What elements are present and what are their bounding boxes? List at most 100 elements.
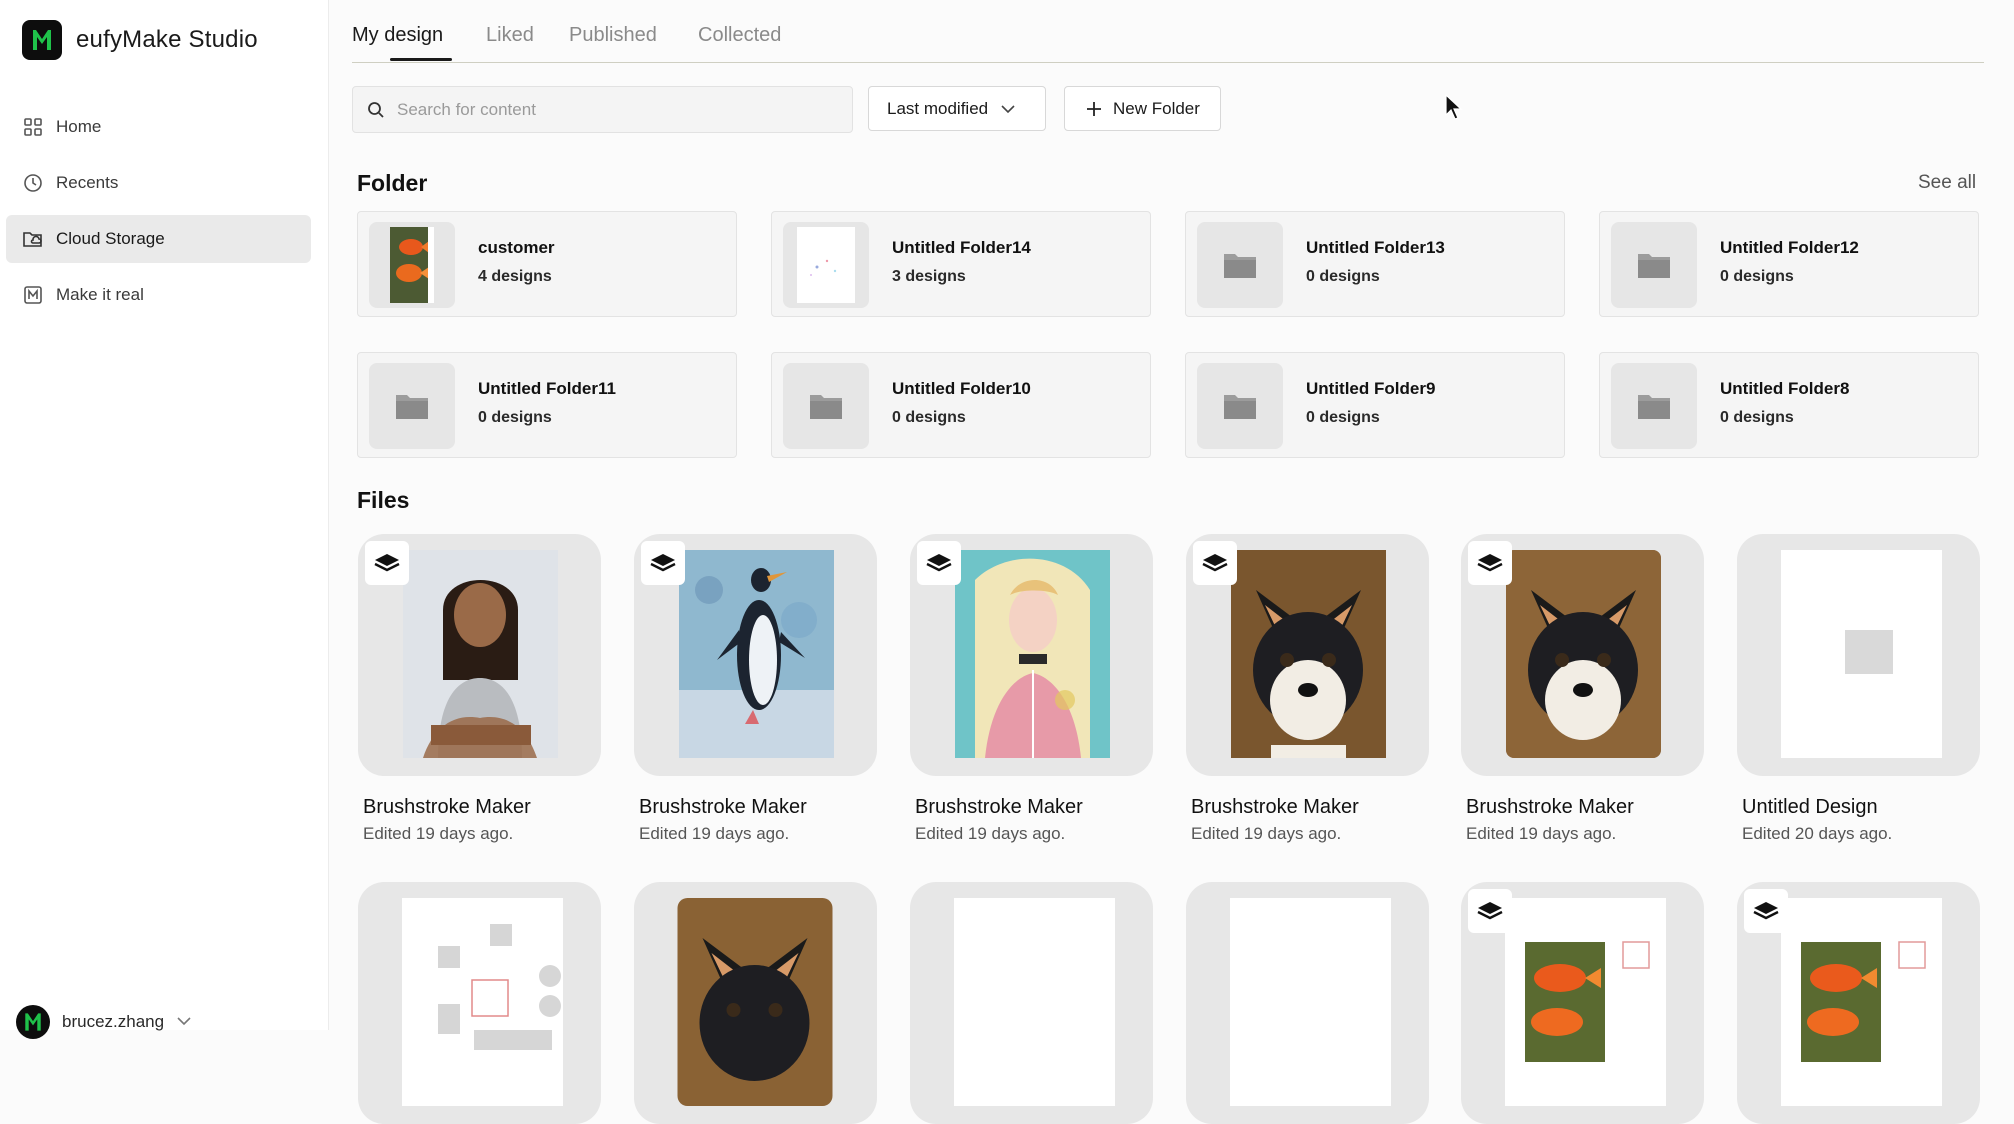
folder-count: 0 designs — [1720, 268, 1794, 285]
new-folder-button[interactable]: New Folder — [1064, 86, 1221, 131]
search-input[interactable] — [395, 98, 819, 121]
mouse-cursor-icon — [1445, 93, 1463, 125]
shiba-dog-painting-image — [1506, 550, 1661, 758]
shiba-dog-image — [1231, 550, 1386, 758]
user-menu[interactable]: brucez.zhang — [16, 1005, 192, 1039]
blank-design-image — [954, 898, 1115, 1106]
sidebar-item-home[interactable]: Home — [6, 103, 311, 151]
layers-icon — [365, 541, 409, 585]
sort-dropdown[interactable]: Last modified — [868, 86, 1046, 131]
new-folder-label: New Folder — [1113, 98, 1200, 118]
sidebar-item-make-it-real[interactable]: Make it real — [6, 271, 311, 319]
folder-count: 0 designs — [892, 409, 966, 426]
tab-liked[interactable]: Liked — [486, 24, 534, 47]
file-edited: Edited 19 days ago. — [1191, 824, 1342, 843]
layers-icon — [1468, 541, 1512, 585]
folder-card[interactable]: Untitled Folder8 0 designs — [1599, 352, 1979, 458]
folder-count: 3 designs — [892, 268, 966, 285]
sidebar-item-label: Cloud Storage — [56, 229, 165, 248]
sidebar-item-label: Recents — [56, 173, 119, 192]
brand-name: eufyMake Studio — [76, 26, 258, 53]
tab-collected[interactable]: Collected — [698, 24, 781, 47]
portrait-girl-image — [403, 550, 558, 758]
folder-icon — [1224, 395, 1256, 419]
file-edited: Edited 19 days ago. — [1466, 824, 1617, 843]
file-name: Brushstroke Maker — [915, 796, 1083, 818]
folder-name: Untitled Folder9 — [1306, 379, 1436, 398]
design-thumbnail-icon — [797, 227, 855, 303]
folder-name: Untitled Folder12 — [1720, 238, 1859, 257]
folder-name: customer — [478, 238, 555, 257]
goldfish-thumbnail-icon — [390, 227, 434, 303]
file-thumbnail — [358, 882, 601, 1124]
folder-thumbnail — [1197, 363, 1283, 449]
tab-published[interactable]: Published — [569, 24, 657, 47]
brand[interactable]: eufyMake Studio — [22, 20, 258, 60]
active-tab-indicator — [390, 58, 452, 61]
folder-count: 0 designs — [1306, 409, 1380, 426]
woman-painting-image — [955, 550, 1110, 758]
file-name: Brushstroke Maker — [1191, 796, 1359, 818]
file-name: Brushstroke Maker — [639, 796, 807, 818]
folder-card[interactable]: Untitled Folder14 3 designs — [771, 211, 1151, 317]
file-edited: Edited 19 days ago. — [363, 824, 514, 843]
folder-card[interactable]: Untitled Folder10 0 designs — [771, 352, 1151, 458]
plus-icon — [1085, 100, 1103, 118]
folder-count: 0 designs — [1306, 268, 1380, 285]
folder-thumbnail — [1611, 222, 1697, 308]
folder-thumbnail — [1197, 222, 1283, 308]
sidebar-item-recents[interactable]: Recents — [6, 159, 311, 207]
folder-icon — [1638, 395, 1670, 419]
chevron-down-icon — [1000, 104, 1016, 114]
folder-thumbnail — [1611, 363, 1697, 449]
folder-card[interactable]: Untitled Folder11 0 designs — [357, 352, 737, 458]
search-icon — [367, 101, 385, 119]
goldfish-design-image — [1781, 898, 1942, 1106]
blank-design-image — [1781, 550, 1942, 758]
folder-name: Untitled Folder8 — [1720, 379, 1850, 398]
file-thumbnail — [910, 882, 1153, 1124]
search-box — [352, 86, 853, 133]
layers-icon — [641, 541, 685, 585]
shiba-sticker-image — [677, 898, 833, 1106]
file-edited: Edited 19 days ago. — [639, 824, 790, 843]
files-section-title: Files — [357, 487, 410, 513]
sidebar-item-label: Home — [56, 117, 102, 136]
folder-card[interactable]: Untitled Folder9 0 designs — [1185, 352, 1565, 458]
folder-name: Untitled Folder10 — [892, 379, 1031, 398]
folder-thumbnail — [369, 363, 455, 449]
m-square-icon — [22, 284, 44, 306]
layers-icon — [1468, 889, 1512, 933]
brand-logo-icon — [22, 20, 62, 60]
file-edited: Edited 20 days ago. — [1742, 824, 1893, 843]
folder-card[interactable]: Untitled Folder12 0 designs — [1599, 211, 1979, 317]
folder-card[interactable]: customer 4 designs — [357, 211, 737, 317]
layers-icon — [1193, 541, 1237, 585]
tab-bar: My design Liked Published Collected — [352, 0, 1984, 63]
sidebar-item-label: Make it real — [56, 285, 144, 304]
layers-icon — [1744, 889, 1788, 933]
see-all-link[interactable]: See all — [1918, 172, 1976, 194]
folder-count: 0 designs — [478, 409, 552, 426]
sort-label: Last modified — [887, 98, 989, 118]
sidebar-item-cloud-storage[interactable]: Cloud Storage — [6, 215, 311, 263]
folder-card[interactable]: Untitled Folder13 0 designs — [1185, 211, 1565, 317]
file-edited: Edited 19 days ago. — [915, 824, 1066, 843]
folder-icon — [396, 395, 428, 419]
folder-name: Untitled Folder11 — [478, 379, 616, 398]
sidebar-nav: Home Recents Cloud Storage Make it real — [6, 103, 311, 327]
sidebar: eufyMake Studio Home Recents Cloud Stora… — [0, 0, 329, 1039]
avatar — [16, 1005, 50, 1039]
file-name: Brushstroke Maker — [1466, 796, 1634, 818]
user-name: brucez.zhang — [62, 1012, 165, 1031]
folder-icon — [1638, 254, 1670, 278]
folder-count: 0 designs — [1720, 409, 1794, 426]
folder-thumbnail — [783, 363, 869, 449]
folder-count: 4 designs — [478, 268, 552, 285]
file-name: Untitled Design — [1742, 796, 1878, 818]
folder-icon — [810, 395, 842, 419]
tab-my-design[interactable]: My design — [352, 24, 443, 47]
folder-name: Untitled Folder14 — [892, 238, 1031, 257]
chevron-down-icon — [176, 1013, 192, 1031]
folder-name: Untitled Folder13 — [1306, 238, 1445, 257]
